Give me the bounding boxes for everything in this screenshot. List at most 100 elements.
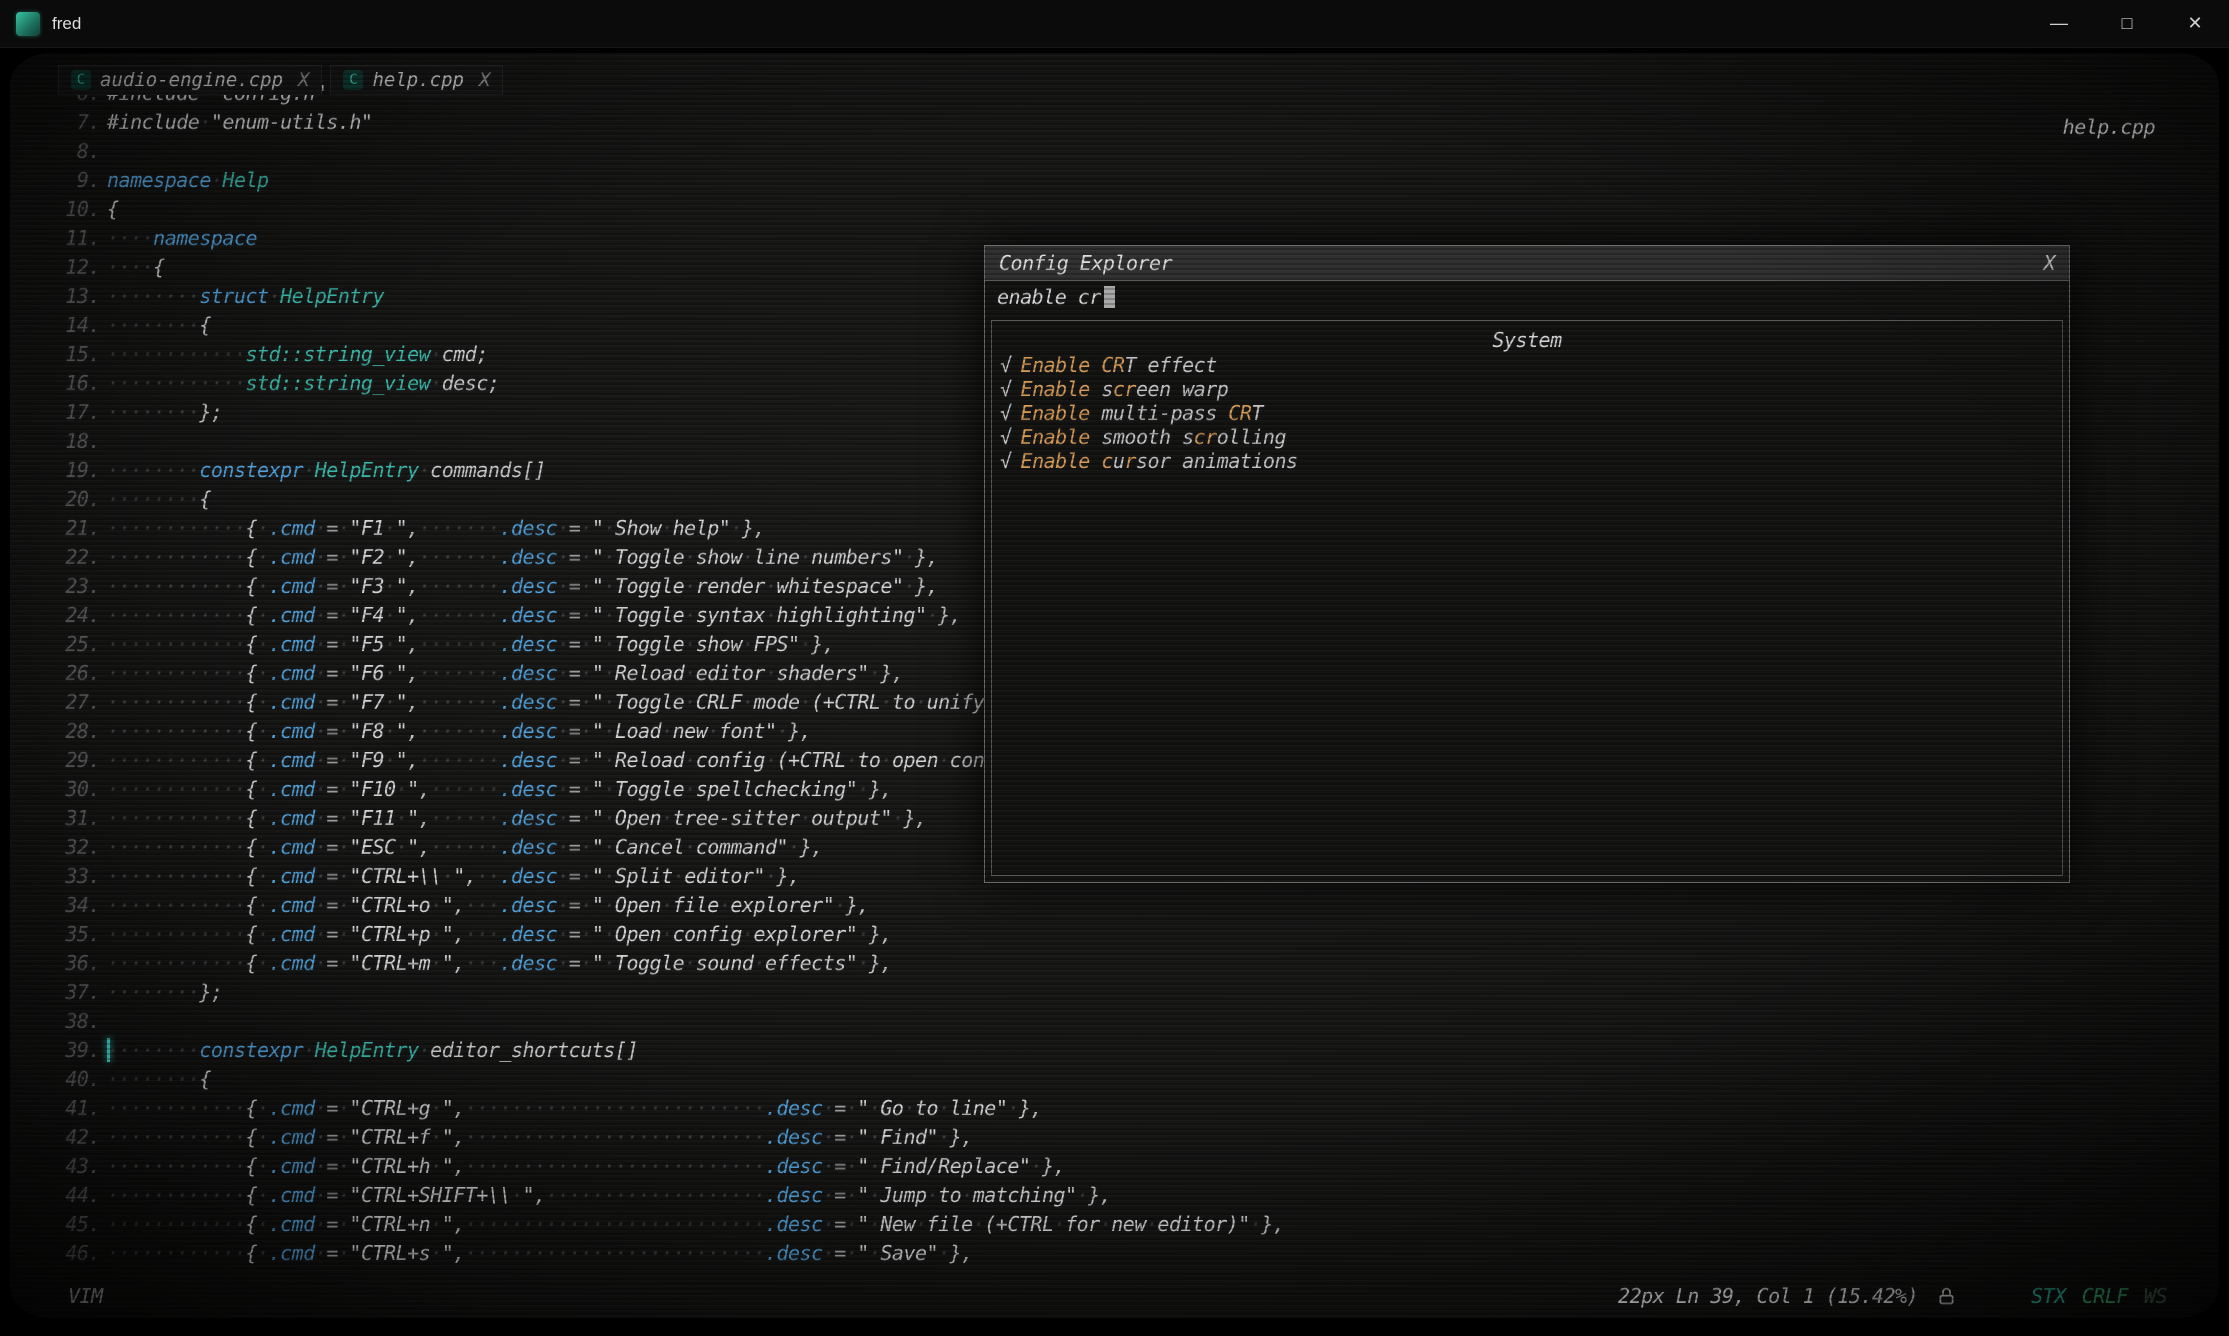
code-line[interactable]: 43.············{·.cmd·=·"CTRL+h·",······… — [10, 1152, 2219, 1181]
code-token: · — [580, 777, 592, 801]
code-token: Cancel — [615, 835, 684, 859]
code-token: · — [765, 661, 777, 685]
code-token: ···· — [107, 255, 153, 279]
maximize-button[interactable]: □ — [2093, 0, 2161, 47]
popup-titlebar[interactable]: Config Explorer X — [985, 246, 2069, 281]
line-content: ············{·.cmd·=·"CTRL+p·",···.desc·… — [107, 920, 892, 949]
code-token: , — [407, 603, 419, 627]
code-token: · — [580, 545, 592, 569]
config-option-row[interactable]: √Enable smooth scrolling — [992, 425, 2062, 449]
code-line[interactable]: 40.········{ — [10, 1065, 2219, 1094]
code-token: · — [742, 632, 754, 656]
code-token: = — [569, 835, 581, 859]
code-line[interactable]: 8. — [10, 137, 2219, 166]
line-number: 12. — [10, 253, 100, 282]
code-line[interactable]: 38. — [10, 1007, 2219, 1036]
code-line[interactable]: 42.············{·.cmd·=·"CTRL+f·",······… — [10, 1123, 2219, 1152]
code-token: .desc — [499, 748, 557, 772]
code-token: · — [1054, 1212, 1066, 1236]
code-token: { — [246, 806, 258, 830]
checkbox-checked-icon[interactable]: √ — [1000, 425, 1012, 449]
code-token: HelpEntry — [280, 284, 384, 308]
config-option-text: CR — [1228, 401, 1251, 425]
tab-help.cpp[interactable]: Chelp.cppX — [330, 65, 503, 95]
code-token: · — [557, 864, 569, 888]
checkbox-checked-icon[interactable]: √ — [1000, 401, 1012, 425]
config-option-row[interactable]: √Enable cursor animations — [992, 449, 2062, 473]
code-token: · — [315, 951, 327, 975]
code-line[interactable]: 45.············{·.cmd·=·"CTRL+n·",······… — [10, 1210, 2219, 1239]
code-token: · — [338, 690, 350, 714]
code-token: ············ — [107, 342, 246, 366]
code-token: = — [569, 545, 581, 569]
code-line[interactable]: 39.········constexpr·HelpEntry·editor_sh… — [10, 1036, 2219, 1065]
code-token: " — [407, 835, 419, 859]
config-option-text: sor animations — [1136, 449, 1298, 473]
code-line[interactable]: 35.············{·.cmd·=·"CTRL+p·",···.de… — [10, 920, 2219, 949]
config-option-text: smooth s — [1090, 425, 1194, 449]
code-token: .desc — [765, 1154, 823, 1178]
code-line[interactable]: 9.namespace·Help — [10, 166, 2219, 195]
checkbox-checked-icon[interactable]: √ — [1000, 377, 1012, 401]
code-token: · — [315, 893, 327, 917]
tab-audio-engine.cpp[interactable]: Caudio-engine.cppX — [58, 65, 322, 95]
checkbox-checked-icon[interactable]: √ — [1000, 449, 1012, 473]
code-token: · — [846, 1212, 858, 1236]
code-token: ··· — [465, 922, 500, 946]
line-number: 20. — [10, 485, 100, 514]
code-token: · — [857, 922, 869, 946]
code-line[interactable]: 10.{ — [10, 195, 2219, 224]
cpp-file-icon: C — [343, 70, 363, 90]
close-button[interactable]: ✕ — [2161, 0, 2229, 47]
tab-close-button[interactable]: X — [479, 69, 490, 91]
code-token: " — [857, 1154, 869, 1178]
line-content: ············{·.cmd·=·"F2·",·······.desc·… — [107, 543, 938, 572]
code-token: }, — [811, 632, 834, 656]
checkbox-checked-icon[interactable]: √ — [1000, 353, 1012, 377]
config-option-row[interactable]: √Enable multi-pass CRT — [992, 401, 2062, 425]
status-flag-stx: STX — [2031, 1284, 2066, 1308]
code-line[interactable]: 46.············{·.cmd·=·"CTRL+s·",······… — [10, 1239, 2219, 1268]
line-number: 27. — [10, 688, 100, 717]
tab-close-button[interactable]: X — [298, 69, 309, 91]
code-line[interactable]: 36.············{·.cmd·=·"CTRL+m·",···.de… — [10, 949, 2219, 978]
code-token: " — [442, 1212, 454, 1236]
code-token: · — [338, 806, 350, 830]
code-token: · — [1077, 1183, 1089, 1207]
code-token: · — [557, 574, 569, 598]
code-token: ············ — [107, 1096, 246, 1120]
code-line[interactable]: 44.············{·.cmd·=·"CTRL+SHIFT+\\·"… — [10, 1181, 2219, 1210]
config-option-text: multi-pass — [1090, 401, 1229, 425]
code-line[interactable]: 37.········}; — [10, 978, 2219, 1007]
popup-close-button[interactable]: X — [2043, 251, 2055, 275]
code-token: · — [927, 1183, 939, 1207]
config-option-text: u — [1113, 449, 1125, 473]
code-line[interactable]: 34.············{·.cmd·=·"CTRL+o·",···.de… — [10, 891, 2219, 920]
code-line[interactable]: 7.#include·"enum-utils.h" — [10, 108, 2219, 137]
code-token: · — [857, 777, 869, 801]
code-token: · — [961, 1183, 973, 1207]
code-token: " — [592, 748, 604, 772]
code-token: .desc — [499, 951, 557, 975]
code-token: · — [384, 748, 396, 772]
code-token: " — [523, 1183, 535, 1207]
code-token: · — [707, 719, 719, 743]
code-token: = — [834, 1125, 846, 1149]
code-token: · — [1250, 1212, 1262, 1236]
config-search-input[interactable]: enable cr — [985, 281, 2069, 313]
code-token: · — [269, 284, 281, 308]
code-token: ············ — [107, 777, 246, 801]
code-line[interactable]: 41.············{·.cmd·=·"CTRL+g·",······… — [10, 1094, 2219, 1123]
code-token: ············ — [107, 1212, 246, 1236]
code-token: · — [557, 719, 569, 743]
config-option-row[interactable]: √Enable CRT effect — [992, 353, 2062, 377]
code-token: struct — [199, 284, 268, 308]
code-token: { — [246, 1096, 258, 1120]
minimize-button[interactable]: — — [2025, 0, 2093, 47]
code-token: · — [603, 922, 615, 946]
code-token: "F8 — [349, 719, 384, 743]
config-option-row[interactable]: √Enable screen warp — [992, 377, 2062, 401]
code-token: command" — [696, 835, 788, 859]
line-content: ············{·.cmd·=·"CTRL+SHIFT+\\·",··… — [107, 1181, 1111, 1210]
line-number: 23. — [10, 572, 100, 601]
